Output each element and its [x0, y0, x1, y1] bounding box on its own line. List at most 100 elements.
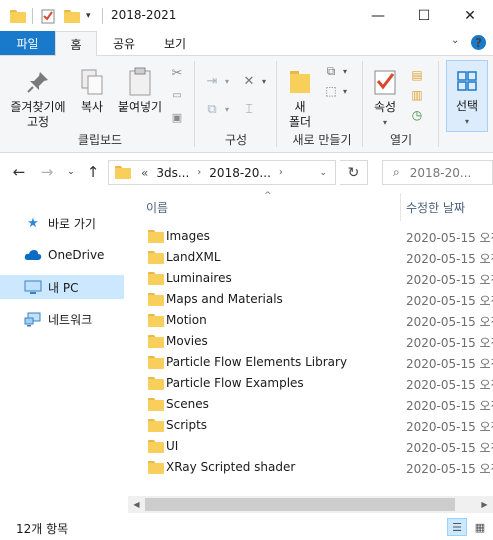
folder-icon	[148, 251, 164, 264]
delete-dropdown-icon[interactable]: ▾	[255, 72, 273, 90]
copy-path-icon[interactable]: ▭	[168, 86, 186, 104]
help-icon[interactable]: ?	[471, 35, 486, 50]
back-arrow-icon[interactable]: ←	[10, 163, 28, 181]
file-row[interactable]: Particle Flow Elements Library 2020-05-15…	[128, 352, 493, 373]
select-label: 선택	[455, 99, 479, 113]
nav-item-label: 내 PC	[48, 280, 79, 295]
file-date-modified: 2020-05-15 오전	[406, 294, 493, 308]
breadcrumb-segment[interactable]: 3ds...	[156, 166, 189, 180]
file-row[interactable]: Movies 2020-05-15 오전	[128, 331, 493, 352]
file-row[interactable]: Scripts 2020-05-15 오전	[128, 415, 493, 436]
column-header-date-modified[interactable]: 수정한 날짜	[406, 199, 465, 216]
history-icon[interactable]: ◷	[408, 106, 426, 124]
close-button[interactable]: ✕	[447, 0, 493, 31]
ribbon-tabs: 파일 홈 공유 보기 ⌄ ?	[0, 31, 493, 56]
file-row[interactable]: LandXML 2020-05-15 오전	[128, 247, 493, 268]
file-date-modified: 2020-05-15 오전	[406, 252, 493, 266]
refresh-button[interactable]: ↻	[340, 160, 368, 185]
file-date-modified: 2020-05-15 오전	[406, 441, 493, 455]
scroll-left-arrow-icon[interactable]: ◀	[128, 496, 145, 513]
new-item-dropdown-icon[interactable]: ▾	[336, 62, 354, 80]
file-name: Maps and Materials	[166, 292, 283, 306]
file-row[interactable]: Images 2020-05-15 오전	[128, 226, 493, 247]
forward-arrow-icon[interactable]: →	[38, 163, 56, 181]
rename-icon[interactable]: ⌶	[240, 100, 258, 118]
file-date-modified: 2020-05-15 오전	[406, 378, 493, 392]
file-name: Motion	[166, 313, 207, 327]
column-header-name[interactable]: 이름	[146, 199, 168, 216]
file-row[interactable]: Scenes 2020-05-15 오전	[128, 394, 493, 415]
tab-view[interactable]: 보기	[152, 31, 198, 55]
search-input[interactable]: ⌕ 2018-20...	[382, 160, 493, 185]
open-icon[interactable]: ▤	[408, 66, 426, 84]
open-group-label: 열기	[389, 133, 413, 147]
sort-ascending-icon: ^	[264, 191, 272, 201]
breadcrumb-segment[interactable]: 2018-20...	[209, 166, 271, 180]
breadcrumb-overflow[interactable]: «	[141, 166, 148, 180]
chevron-right-icon[interactable]: ›	[197, 167, 201, 178]
folder-icon	[148, 377, 164, 390]
up-arrow-icon[interactable]: ↑	[84, 163, 102, 181]
tab-file[interactable]: 파일	[0, 31, 55, 55]
file-row[interactable]: Motion 2020-05-15 오전	[128, 310, 493, 331]
copy-button[interactable]: 복사	[72, 66, 112, 115]
cut-icon[interactable]: ✂	[168, 64, 186, 82]
network-icon	[24, 311, 42, 327]
search-icon: ⌕	[393, 165, 400, 179]
properties-button[interactable]: 속성 ▾	[366, 66, 404, 130]
file-row[interactable]: XRay Scripted shader 2020-05-15 오전	[128, 457, 493, 478]
nav-item-onedrive[interactable]: OneDrive	[0, 243, 124, 267]
file-date-modified: 2020-05-15 오전	[406, 231, 493, 245]
file-date-modified: 2020-05-15 오전	[406, 273, 493, 287]
maximize-button[interactable]: ☐	[401, 0, 447, 31]
computer-icon	[24, 279, 42, 295]
scrollbar-thumb[interactable]	[145, 498, 455, 511]
divider	[438, 61, 439, 147]
folder-icon	[148, 335, 164, 348]
status-bar: 12개 항목 ☰ ▦	[0, 513, 493, 540]
properties-icon	[369, 66, 401, 98]
nav-item-network[interactable]: 네트워크	[0, 307, 124, 331]
edit-icon[interactable]: ▥	[408, 86, 426, 104]
file-list: 이름 ^ 수정한 날짜 Images 2020-05-15 오전 LandXML 20…	[128, 191, 493, 496]
easy-access-dropdown-icon[interactable]: ▾	[336, 82, 354, 100]
pin-to-quick-access-button[interactable]: 즐겨찾기에 고정	[6, 66, 70, 130]
folder-icon	[148, 293, 164, 306]
file-date-modified: 2020-05-15 오전	[406, 462, 493, 476]
customize-quick-access-icon[interactable]: ▾	[86, 6, 91, 26]
properties-dropdown-icon[interactable]: ▾	[383, 115, 387, 130]
nav-item-this-pc[interactable]: 내 PC	[0, 275, 124, 299]
recent-locations-icon[interactable]: ⌄	[62, 163, 80, 181]
file-row[interactable]: Maps and Materials 2020-05-15 오전	[128, 289, 493, 310]
nav-item-quick-access[interactable]: ★ 바로 가기	[0, 211, 124, 235]
divider	[194, 61, 195, 147]
navigation-bar: ← → ⌄ ↑ « 3ds... › 2018-20... › ⌄ ↻ ⌕ 20…	[0, 153, 493, 191]
nav-item-label: OneDrive	[48, 248, 105, 262]
file-row[interactable]: Particle Flow Examples 2020-05-15 오전	[128, 373, 493, 394]
select-button[interactable]: 선택 ▾	[446, 60, 488, 132]
horizontal-scrollbar[interactable]: ◀ ▶	[128, 496, 493, 513]
chevron-down-icon[interactable]: ⌄	[319, 168, 327, 178]
properties-quick-icon[interactable]	[40, 6, 56, 26]
minimize-button[interactable]: —	[355, 0, 401, 31]
folder-icon	[148, 419, 164, 432]
address-bar[interactable]: « 3ds... › 2018-20... › ⌄	[108, 160, 336, 185]
tab-share[interactable]: 공유	[104, 31, 144, 55]
expand-ribbon-icon[interactable]: ⌄	[451, 35, 459, 46]
paste-button[interactable]: 붙여넣기	[112, 66, 168, 115]
paste-shortcut-icon[interactable]: ▣	[168, 108, 186, 126]
details-view-icon[interactable]: ☰	[447, 518, 467, 536]
file-row[interactable]: UI 2020-05-15 오전	[128, 436, 493, 457]
new-folder-quick-icon[interactable]	[64, 6, 80, 26]
large-icons-view-icon[interactable]: ▦	[470, 518, 490, 536]
title-bar: ▾ 2018-2021 — ☐ ✕	[0, 0, 493, 31]
new-group-label: 새로 만들기	[292, 133, 352, 147]
copy-to-dropdown-icon[interactable]: ▾	[218, 100, 236, 118]
cloud-icon	[24, 247, 42, 263]
chevron-right-icon[interactable]: ›	[279, 167, 283, 178]
new-folder-button[interactable]: 새 폴더	[282, 66, 318, 130]
file-row[interactable]: Luminaires 2020-05-15 오전	[128, 268, 493, 289]
scroll-right-arrow-icon[interactable]: ▶	[476, 496, 493, 513]
move-to-dropdown-icon[interactable]: ▾	[218, 72, 236, 90]
tab-home[interactable]: 홈	[55, 31, 97, 56]
